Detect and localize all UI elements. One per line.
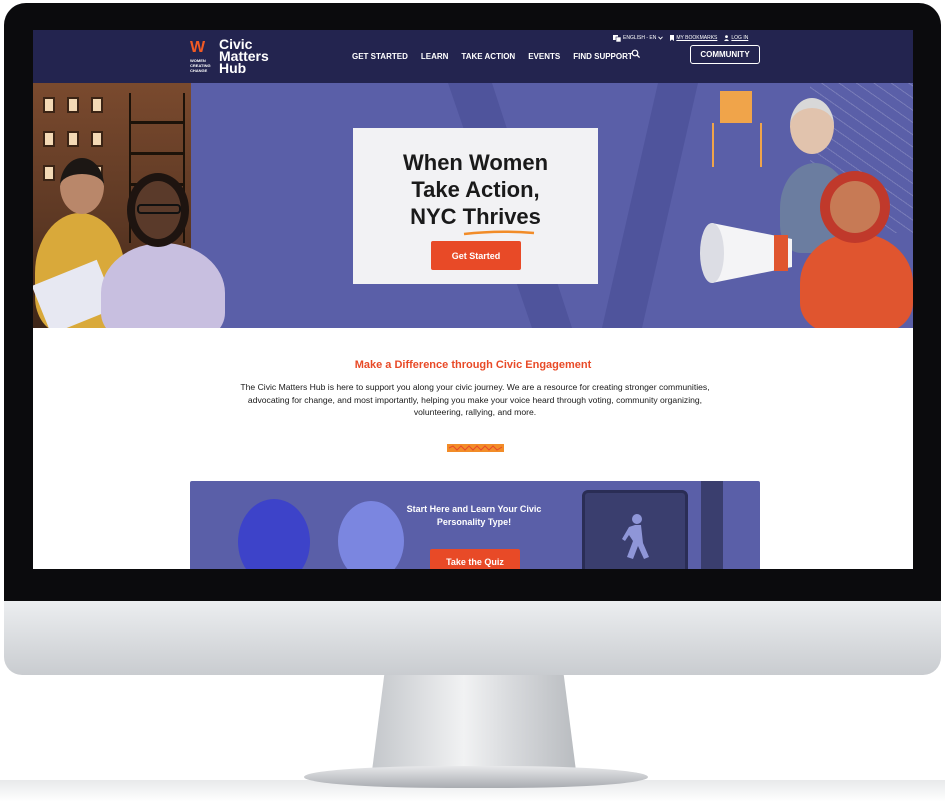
intro-heading: Make a Difference through Civic Engageme…	[354, 359, 592, 371]
language-label: ENGLISH - EN	[623, 35, 657, 41]
bookmarks-label: MY BOOKMARKS	[676, 35, 718, 41]
site-logo[interactable]: W WOMEN CREATING CHANGE Civic Matters Hu…	[190, 37, 280, 75]
user-icon	[724, 35, 730, 41]
monitor-chin	[4, 601, 941, 675]
hero-title: When Women Take Action, NYC Thrives	[402, 150, 549, 229]
quiz-person-left	[238, 499, 310, 569]
signal-pole	[701, 481, 723, 569]
easel-legs	[712, 123, 762, 167]
intro-body: The Civic Matters Hub is here to support…	[240, 382, 710, 417]
monitor-stand-neck	[372, 675, 576, 771]
bookmarks-link[interactable]: MY BOOKMARKS	[670, 35, 717, 41]
logo-mark: W WOMEN CREATING CHANGE	[190, 39, 212, 75]
nav-learn[interactable]: LEARN	[421, 52, 449, 61]
site-header: W WOMEN CREATING CHANGE Civic Matters Hu…	[33, 30, 913, 83]
main-nav: GET STARTED LEARN TAKE ACTION EVENTS FIN…	[352, 50, 633, 62]
search-icon[interactable]	[631, 49, 641, 59]
smiling-person	[101, 243, 225, 328]
bookmark-icon	[670, 35, 675, 41]
logo-subtitle: WOMEN CREATING CHANGE	[190, 58, 211, 73]
chevron-down-icon	[658, 36, 664, 40]
quiz-banner: Start Here and Learn Your Civic Personal…	[190, 481, 760, 569]
hero-right-photo	[690, 83, 913, 328]
nav-find-support[interactable]: FIND SUPPORT	[573, 52, 633, 61]
community-button[interactable]: COMMUNITY	[690, 45, 760, 64]
language-selector[interactable]: ENGLISH - EN	[613, 34, 664, 42]
rally-woman-head	[820, 171, 890, 243]
hero-banner: When Women Take Action, NYC Thrives Get …	[33, 83, 913, 328]
orange-underline-swash	[463, 230, 535, 236]
login-label: LOG IN	[731, 35, 749, 41]
logo-w: W	[190, 39, 206, 56]
squiggle-divider	[447, 444, 504, 452]
login-link[interactable]: LOG IN	[724, 35, 748, 41]
take-quiz-button[interactable]: Take the Quiz	[430, 549, 520, 569]
older-woman-head	[790, 98, 834, 154]
megaphone-icon	[700, 223, 792, 283]
crosswalk-signal	[582, 490, 688, 569]
monitor-stand-foot	[304, 766, 648, 788]
glasses	[137, 204, 181, 214]
easel-figure	[720, 91, 752, 123]
translate-icon	[613, 34, 621, 42]
monitor-mockup: W WOMEN CREATING CHANGE Civic Matters Hu…	[0, 0, 945, 802]
walk-signal-icon	[622, 514, 649, 559]
website-screen: W WOMEN CREATING CHANGE Civic Matters Hu…	[33, 30, 913, 569]
nav-take-action[interactable]: TAKE ACTION	[461, 52, 515, 61]
rally-woman	[800, 233, 913, 328]
get-started-button[interactable]: Get Started	[431, 241, 521, 270]
nav-get-started[interactable]: GET STARTED	[352, 52, 408, 61]
speaker-head	[60, 158, 104, 214]
hero-card: When Women Take Action, NYC Thrives Get …	[353, 128, 598, 284]
nav-events[interactable]: EVENTS	[528, 52, 560, 61]
logo-text: Civic Matters Hub	[219, 36, 269, 76]
utility-bar: ENGLISH - EN MY BOOKMARKS LOG IN	[613, 33, 748, 43]
quiz-title: Start Here and Learn Your Civic Personal…	[406, 504, 542, 527]
